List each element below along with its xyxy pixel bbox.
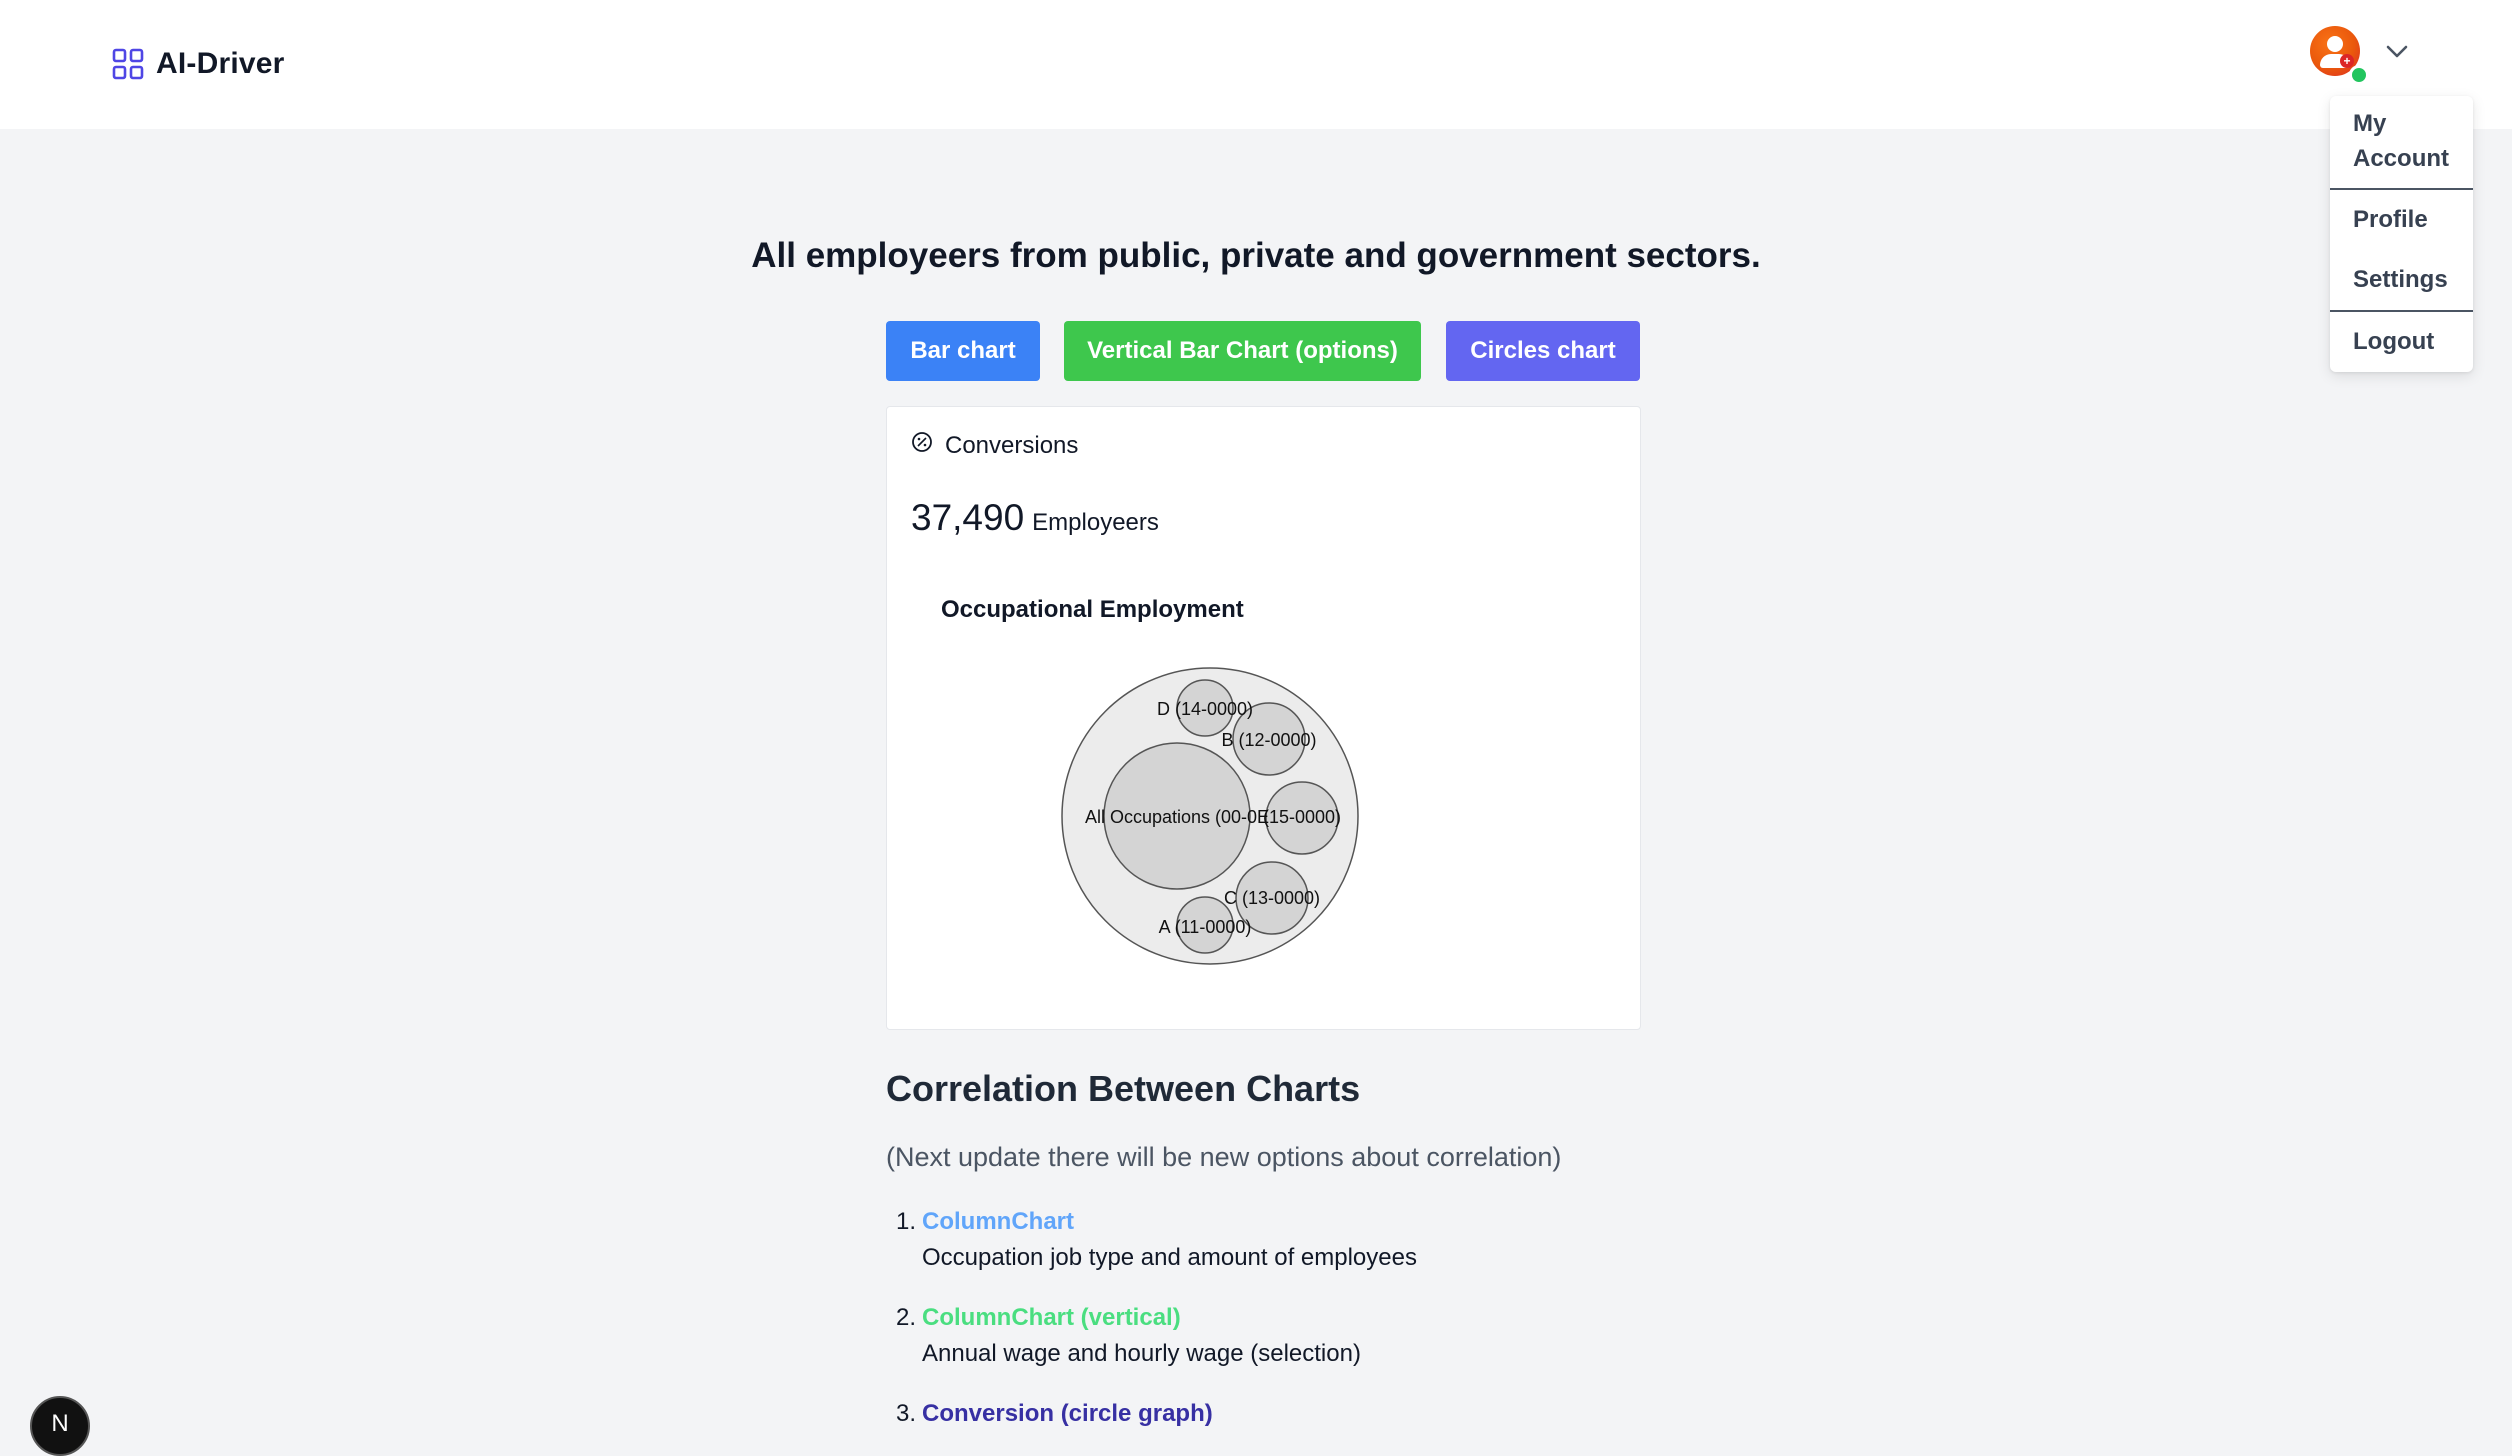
- list-item-description: Annual wage and hourly wage (selection): [922, 1340, 1361, 1367]
- menu-item-my-account-line1: My: [2353, 110, 2387, 137]
- list-number: 3.: [896, 1400, 917, 1427]
- circles-chart-button[interactable]: Circles chart: [1446, 321, 1640, 381]
- nextjs-badge-icon[interactable]: N: [30, 1396, 90, 1456]
- menu-item-my-account[interactable]: My Account: [2353, 106, 2449, 176]
- menu-divider: [2330, 188, 2473, 190]
- correlation-title: Correlation Between Charts: [886, 1068, 1361, 1109]
- menu-item-my-account-line2: Account: [2353, 145, 2449, 172]
- bar-chart-button[interactable]: Bar chart: [886, 321, 1040, 381]
- brand-link[interactable]: AI-Driver: [112, 44, 285, 84]
- column-chart-vertical-link[interactable]: ColumnChart (vertical): [922, 1304, 1181, 1332]
- column-chart-link[interactable]: ColumnChart: [922, 1208, 1074, 1236]
- bubble-label: D (14-0000): [1157, 699, 1253, 719]
- bubbles-group: All Occupations (00-0E D (14-0000) B (12-0…: [1061, 667, 1359, 965]
- circle-packing-chart: Occupational Employment All Occupations …: [941, 596, 1359, 965]
- list-number: 2.: [896, 1304, 917, 1331]
- chart-title: Occupational Employment: [941, 596, 1244, 623]
- menu-item-profile[interactable]: Profile: [2353, 202, 2428, 237]
- brand-name: AI-Driver: [156, 47, 285, 80]
- conversions-card: Conversions 37,490 Employeers Occupation…: [886, 406, 1641, 1030]
- bubble-label: B (12-0000): [1221, 730, 1316, 750]
- page-title: All employeers from public, private and …: [751, 236, 1761, 275]
- bubble-label: (15-0000): [1263, 807, 1341, 827]
- menu-divider: [2330, 310, 2473, 312]
- vertical-bar-chart-button[interactable]: Vertical Bar Chart (options): [1064, 321, 1421, 381]
- bubble-label: All Occupations (00-0E: [1085, 807, 1269, 827]
- user-dropdown-menu: My Account Profile Settings Logout: [2330, 96, 2473, 372]
- list-item-description: Occupation job type and amount of employ…: [922, 1244, 1417, 1271]
- chevron-down-icon[interactable]: [2384, 40, 2410, 69]
- menu-item-logout[interactable]: Logout: [2353, 324, 2434, 359]
- correlation-subtitle: (Next update there will be new options a…: [886, 1142, 1562, 1172]
- add-user-badge-icon: +: [2340, 54, 2354, 68]
- bubble-label: A (11-0000): [1159, 917, 1252, 937]
- conversion-circle-graph-link[interactable]: Conversion (circle graph): [922, 1400, 1213, 1428]
- list-number: 1.: [896, 1208, 917, 1235]
- user-head-shape: [2327, 36, 2343, 52]
- top-header: AI-Driver +: [0, 0, 2512, 129]
- grid-icon: [112, 48, 144, 80]
- online-status-indicator: [2349, 65, 2369, 85]
- bubble-label: C (13-0000): [1224, 888, 1320, 908]
